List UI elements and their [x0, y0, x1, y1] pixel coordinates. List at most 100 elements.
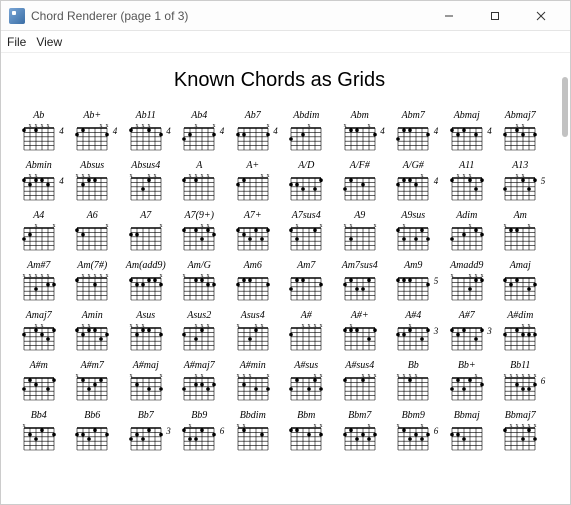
chord-diagram: xxxx	[180, 172, 218, 202]
chord-position-label: 3	[434, 326, 439, 336]
chord-label: Bbm9	[402, 410, 425, 421]
maximize-button[interactable]	[474, 3, 516, 29]
chord-position-label: 4	[113, 126, 118, 136]
chord-label: Abmaj	[454, 110, 480, 121]
chord-position-label: 4	[59, 176, 64, 186]
chord-diagram: xxx	[73, 172, 111, 202]
chord-cell: Am95	[390, 260, 438, 302]
application-window: Chord Renderer (page 1 of 3) File View K…	[0, 0, 571, 505]
chord-label: A#m	[30, 360, 48, 371]
chord-diagram: xx	[501, 122, 539, 152]
chord-cell: Asusxxx	[122, 310, 170, 352]
chord-cell: A#sus4xxx	[336, 360, 384, 402]
chord-cell: Abm7 4	[390, 110, 438, 152]
chord-cell: A13xx5	[497, 160, 545, 202]
chord-cell: Adimx	[443, 210, 491, 252]
chord-cell: A/G#x4	[390, 160, 438, 202]
chord-diagram: xxx4	[127, 122, 165, 152]
chord-label: A#maj7	[184, 360, 215, 371]
chord-diagram: xx4	[73, 122, 111, 152]
chord-label: Bb9	[191, 410, 207, 421]
chord-diagram: x	[20, 422, 58, 452]
chord-cell: Abminxx4	[15, 160, 63, 202]
chord-cell: Am#7xxxxx	[15, 260, 63, 302]
chord-cell: A#73	[443, 310, 491, 352]
titlebar[interactable]: Chord Renderer (page 1 of 3)	[1, 1, 570, 31]
menu-view[interactable]: View	[36, 35, 62, 49]
chord-diagram	[287, 172, 325, 202]
chord-cell: Abmaj4	[443, 110, 491, 152]
chord-cell: Ab11xxx4	[122, 110, 170, 152]
chord-label: A7(9+)	[184, 210, 214, 221]
chord-cell: Bbmxx	[283, 410, 331, 452]
chord-label: A7sus4	[292, 210, 321, 221]
chord-label: Bbm7	[348, 410, 371, 421]
scrollbar-thumb[interactable]	[562, 77, 568, 137]
minimize-button[interactable]	[428, 3, 470, 29]
chord-cell: A9susx	[390, 210, 438, 252]
chord-label: A#min	[240, 360, 266, 371]
chord-cell: A#dimxx	[497, 310, 545, 352]
chord-diagram	[448, 422, 486, 452]
chord-grid: Abxxxx4Ab+xx4Ab11xxx4Ab4xx4Ab7x4AbdimxAb…	[15, 110, 544, 452]
chord-cell: Am6	[229, 260, 277, 302]
chord-label: Asus2	[187, 310, 211, 321]
chord-label: Am6	[244, 260, 262, 271]
chord-diagram: xx5	[501, 172, 539, 202]
chord-position-label: 5	[541, 176, 546, 186]
chord-position-label: 6	[434, 426, 439, 436]
chord-cell: A#+x	[336, 310, 384, 352]
chord-diagram	[341, 272, 379, 302]
page-content: Known Chords as Grids Abxxxx4Ab+xx4Ab11x…	[1, 53, 558, 504]
chord-label: A13	[512, 160, 528, 171]
chord-diagram	[234, 222, 272, 252]
chord-cell: Amaj	[497, 260, 545, 302]
chord-label: Abm	[351, 110, 369, 121]
chord-label: A/G#	[403, 160, 424, 171]
menu-file[interactable]: File	[7, 35, 26, 49]
chord-diagram: x	[73, 222, 111, 252]
chord-label: A#sus4	[345, 360, 374, 371]
close-button[interactable]	[520, 3, 562, 29]
chord-diagram: xxxx	[448, 272, 486, 302]
chord-label: A+	[246, 160, 259, 171]
chord-cell: A#susxx	[283, 360, 331, 402]
chord-diagram: 4	[448, 122, 486, 152]
chord-position-label: 4	[434, 126, 439, 136]
chord-diagram: xx6	[394, 422, 432, 452]
chord-diagram: xx	[501, 322, 539, 352]
chord-label: Bbdim	[240, 410, 266, 421]
chord-label: A#4	[405, 310, 421, 321]
chord-diagram: xx4	[20, 172, 58, 202]
chord-cell: A/F#	[336, 160, 384, 202]
chord-diagram: 3	[448, 322, 486, 352]
window-controls	[428, 3, 562, 29]
chord-label: Adim	[456, 210, 477, 221]
chord-cell: A#minxxxx	[229, 360, 277, 402]
chord-position-label: 6	[220, 426, 225, 436]
chord-cell: Bb9x6	[176, 410, 224, 452]
chord-label: Bb11	[510, 360, 530, 371]
chord-diagram: xx	[234, 172, 272, 202]
chord-cell: A9xxx	[336, 210, 384, 252]
chord-cell: A7sus4xx	[283, 210, 331, 252]
chord-label: Abdim	[293, 110, 319, 121]
chord-label: A#dim	[507, 310, 533, 321]
chord-cell: Am(add9)x	[122, 260, 170, 302]
chord-diagram: xx	[501, 222, 539, 252]
chord-cell: Abdimx	[283, 110, 331, 152]
chord-diagram: x	[127, 222, 165, 252]
chord-diagram: xxxxxx6	[501, 372, 539, 402]
chord-cell: Bb+x	[443, 360, 491, 402]
chord-cell: Bbm9xx6	[390, 410, 438, 452]
chord-diagram: xxx	[127, 172, 165, 202]
chord-position-label: 4	[166, 126, 171, 136]
chord-diagram: x	[127, 272, 165, 302]
vertical-scrollbar[interactable]	[558, 53, 570, 504]
chord-label: Bb+	[458, 360, 476, 371]
chord-diagram: x	[341, 322, 379, 352]
chord-position-label: 4	[434, 176, 439, 186]
chord-diagram	[501, 272, 539, 302]
chord-diagram: x	[341, 422, 379, 452]
chord-label: Abm7	[402, 110, 425, 121]
